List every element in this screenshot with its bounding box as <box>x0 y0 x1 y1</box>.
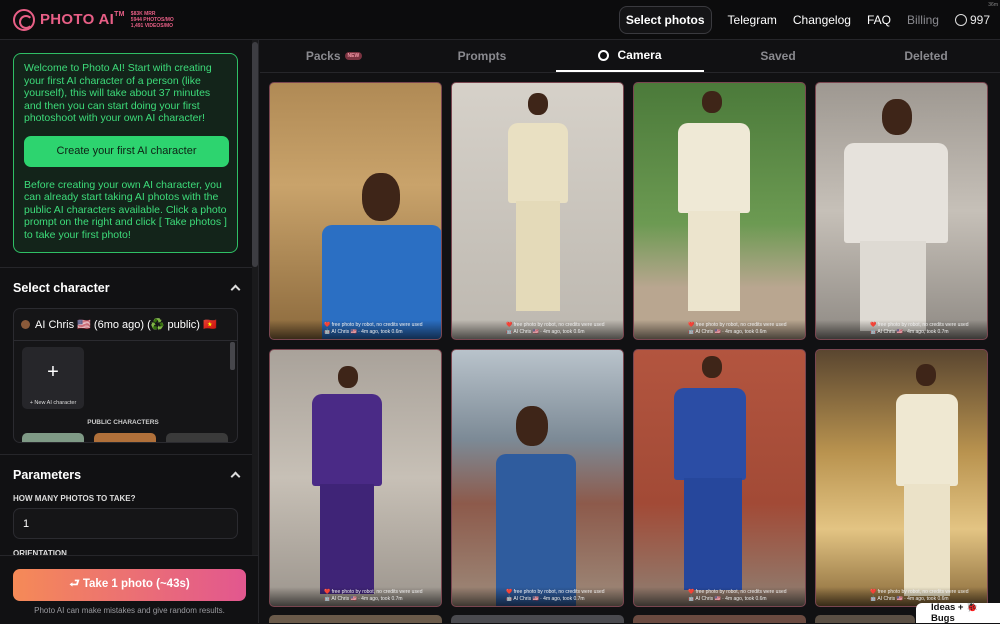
person-figure <box>516 406 548 446</box>
photo-card[interactable]: ❤️ free photo by robot, no credits were … <box>269 349 442 607</box>
select-photos-button[interactable]: Select photos <box>618 6 712 34</box>
logo[interactable]: PHOTO AITM $83K MRR 5944 PHOTOS/MO 1,491… <box>13 8 174 31</box>
sidebar-scrollbar-thumb[interactable] <box>252 42 258 267</box>
parameters-title: Parameters <box>13 467 82 482</box>
public-character-thumbnail[interactable] <box>94 433 156 442</box>
person-figure <box>882 99 912 135</box>
tab-deleted[interactable]: Deleted <box>852 40 1000 72</box>
take-photo-button[interactable]: ⮐ Take 1 photo (~43s) <box>13 569 246 601</box>
tab-packs[interactable]: Packs NEW <box>260 40 408 72</box>
character-avatar-icon <box>21 320 30 329</box>
main-tabs: Packs NEW Prompts Camera Saved Deleted <box>260 40 1000 73</box>
welcome-text-secondary: Before creating your own AI character, y… <box>24 178 227 241</box>
nav-telegram[interactable]: Telegram <box>728 13 777 27</box>
welcome-panel: Welcome to Photo AI! Start with creating… <box>13 53 238 253</box>
public-character-thumbnail[interactable] <box>22 433 84 442</box>
photo-card[interactable]: ❤️ free photo by robot, no credits were … <box>269 82 442 340</box>
select-character-header[interactable]: Select character <box>0 267 252 307</box>
person-figure <box>528 93 548 115</box>
person-figure <box>338 366 358 388</box>
camera-aperture-icon <box>598 49 610 61</box>
character-selector: AI Chris 🇺🇸 (6mo ago) (♻️ public) 🇻🇳 + +… <box>13 308 238 443</box>
photo-caption: ❤️ free photo by robot, no credits were … <box>452 587 623 606</box>
nav-changelog[interactable]: Changelog <box>793 13 851 27</box>
top-bar: PHOTO AITM $83K MRR 5944 PHOTOS/MO 1,491… <box>0 0 1000 40</box>
photo-card[interactable]: ❤️ free photo by robot, no credits were … <box>451 82 624 340</box>
photo-caption: ❤️ free photo by robot, no credits were … <box>270 587 441 606</box>
tab-prompts[interactable]: Prompts <box>408 40 556 72</box>
photo-card[interactable]: ❤️ free photo by robot, no credits were … <box>633 349 806 607</box>
create-ai-character-button[interactable]: Create your first AI character <box>24 135 229 167</box>
credits-counter[interactable]: 997 <box>954 13 990 27</box>
photo-ai-logo-icon <box>13 8 35 31</box>
ideas-bugs-widget[interactable]: Ideas + 🐞 Bugs <box>916 602 1000 624</box>
photo-caption: ❤️ free photo by robot, no credits were … <box>634 587 805 606</box>
character-list-scrollbar[interactable] <box>230 342 235 370</box>
person-figure <box>916 364 936 386</box>
person-figure <box>362 173 400 221</box>
person-figure <box>702 91 722 113</box>
disclaimer-text: Photo AI can make mistakes and give rand… <box>34 606 225 615</box>
photo-card[interactable]: ❤️ free photo by robot, no credits were … <box>451 349 624 607</box>
sidebar: Welcome to Photo AI! Start with creating… <box>0 40 259 623</box>
chevron-up-icon[interactable] <box>230 284 241 295</box>
new-ai-character-label: + New AI character <box>29 400 77 406</box>
public-characters-label: PUBLIC CHARACTERS <box>87 419 159 426</box>
photos-count-input[interactable] <box>13 508 238 539</box>
public-character-thumbnails <box>22 433 228 442</box>
tab-saved[interactable]: Saved <box>704 40 852 72</box>
chevron-up-icon[interactable] <box>230 471 241 482</box>
photo-card[interactable]: ❤️ free photo by robot, no credits were … <box>633 82 806 340</box>
new-ai-character-button[interactable]: + + New AI character <box>22 347 84 409</box>
select-character-title: Select character <box>13 280 110 295</box>
selected-character[interactable]: AI Chris 🇺🇸 (6mo ago) (♻️ public) 🇻🇳 <box>14 309 237 341</box>
parameters-header[interactable]: Parameters <box>0 454 252 494</box>
nav-faq[interactable]: FAQ <box>867 13 891 27</box>
new-badge: NEW <box>344 52 363 60</box>
nav-billing[interactable]: Billing <box>907 13 939 27</box>
tab-camera[interactable]: Camera <box>556 40 704 72</box>
plus-icon: + <box>47 361 59 383</box>
welcome-text: Welcome to Photo AI! Start with creating… <box>24 62 212 124</box>
top-nav: Select photos Telegram Changelog FAQ Bil… <box>611 0 1000 40</box>
public-character-thumbnail[interactable] <box>166 433 228 442</box>
photo-caption: ❤️ free photo by robot, no credits were … <box>270 320 441 339</box>
photo-card[interactable]: ❤️ free photo by robot, no credits were … <box>815 349 988 607</box>
photo-caption: ❤️ free photo by robot, no credits were … <box>452 320 623 339</box>
photo-caption: ❤️ free photo by robot, no credits were … <box>816 320 987 339</box>
take-photo-bar: ⮐ Take 1 photo (~43s) Photo AI can make … <box>0 555 258 623</box>
logo-stats: $83K MRR 5944 PHOTOS/MO 1,491 VIDEOS/MO <box>130 10 174 29</box>
logo-text: PHOTO AITM <box>40 11 125 28</box>
next-photo-row <box>269 615 989 623</box>
photo-caption: ❤️ free photo by robot, no credits were … <box>634 320 805 339</box>
credits-icon <box>954 14 967 26</box>
credits-value: 997 <box>969 13 990 27</box>
photos-count-label: HOW MANY PHOTOS TO TAKE? <box>13 494 136 503</box>
person-figure <box>702 356 722 378</box>
photo-card[interactable]: ❤️ free photo by robot, no credits were … <box>815 82 988 340</box>
corner-tag: 36m <box>988 2 998 8</box>
